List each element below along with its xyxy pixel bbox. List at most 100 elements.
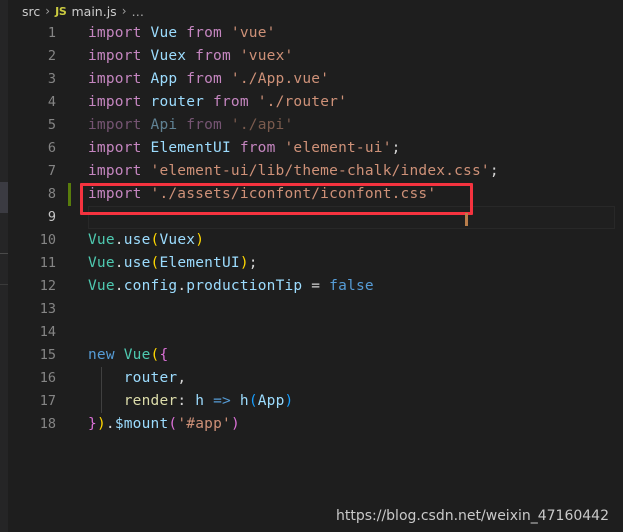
line-number[interactable]: 10 bbox=[8, 229, 56, 252]
line-number[interactable]: 2 bbox=[8, 45, 56, 68]
code-line[interactable]: 18 }).$mount('#app') bbox=[8, 413, 623, 436]
code-token: App bbox=[150, 71, 178, 87]
code-token: . bbox=[114, 278, 124, 294]
code-line[interactable]: 13 bbox=[8, 298, 623, 321]
line-number[interactable]: 13 bbox=[8, 298, 56, 321]
breadcrumb: src › JS main.js › … bbox=[8, 0, 623, 22]
code-line-text[interactable]: import Api from './api' bbox=[88, 114, 293, 137]
code-token: from bbox=[204, 94, 258, 110]
code-line-text[interactable]: import 'element-ui/lib/theme-chalk/index… bbox=[88, 160, 499, 183]
code-token: 'element-ui' bbox=[284, 140, 392, 156]
line-number[interactable]: 15 bbox=[8, 344, 56, 367]
code-line[interactable]: 2 import Vuex from 'vuex' bbox=[8, 45, 623, 68]
line-number[interactable]: 14 bbox=[8, 321, 56, 344]
overview-ruler-strip[interactable] bbox=[0, 0, 8, 532]
overview-ruler-mark-secondary bbox=[0, 284, 8, 285]
code-token: import bbox=[88, 25, 151, 41]
line-number[interactable]: 3 bbox=[8, 68, 56, 91]
code-token: render bbox=[123, 393, 178, 409]
line-number[interactable]: 17 bbox=[8, 390, 56, 413]
code-token: . bbox=[114, 255, 124, 271]
code-token: './assets/iconfont/iconfont.css' bbox=[150, 186, 437, 202]
code-token: import bbox=[88, 71, 151, 87]
line-number[interactable]: 12 bbox=[8, 275, 56, 298]
code-line[interactable]: 16 router, bbox=[8, 367, 623, 390]
code-line[interactable]: 12 Vue.config.productionTip = false bbox=[8, 275, 623, 298]
code-token: use bbox=[123, 232, 151, 248]
code-token: use bbox=[123, 255, 151, 271]
code-token: . bbox=[177, 278, 187, 294]
watermark-url: https://blog.csdn.net/weixin_47160442 bbox=[335, 508, 609, 524]
code-token: false bbox=[329, 278, 374, 294]
breadcrumb-file[interactable]: main.js bbox=[71, 4, 116, 19]
breadcrumb-symbol[interactable]: … bbox=[132, 4, 145, 19]
code-line[interactable]: 8 import './assets/iconfont/iconfont.css' bbox=[8, 183, 623, 206]
code-line-text[interactable]: import Vue from 'vue' bbox=[88, 22, 276, 45]
code-line[interactable]: 10 Vue.use(Vuex) bbox=[8, 229, 623, 252]
code-line[interactable]: 11 Vue.use(ElementUI); bbox=[8, 252, 623, 275]
code-token: Api bbox=[150, 117, 178, 133]
code-token: ) bbox=[195, 232, 205, 248]
code-token: import bbox=[88, 186, 151, 202]
code-token: h bbox=[195, 393, 214, 409]
scrollbar-thumb[interactable] bbox=[0, 182, 8, 213]
code-line[interactable]: 14 bbox=[8, 321, 623, 344]
code-token: './api' bbox=[230, 117, 294, 133]
code-line[interactable]: 1 import Vue from 'vue' bbox=[8, 22, 623, 45]
code-line[interactable]: 5 import Api from './api' bbox=[8, 114, 623, 137]
code-token: Vue bbox=[88, 278, 115, 294]
code-token: router bbox=[150, 94, 205, 110]
code-line[interactable]: 3 import App from './App.vue' bbox=[8, 68, 623, 91]
code-token: from bbox=[177, 25, 231, 41]
code-token: Vue bbox=[123, 347, 151, 363]
code-line-text[interactable]: import App from './App.vue' bbox=[88, 68, 329, 91]
code-line-text[interactable]: Vue.use(ElementUI); bbox=[88, 252, 258, 275]
code-lines-container[interactable]: 1 import Vue from 'vue' 2 import Vuex from … bbox=[8, 22, 623, 532]
git-modified-gutter-marker bbox=[68, 183, 71, 206]
code-line-text[interactable]: import router from './router' bbox=[88, 91, 347, 114]
line-number[interactable]: 4 bbox=[8, 91, 56, 114]
code-token: productionTip bbox=[186, 278, 303, 294]
breadcrumb-folder[interactable]: src bbox=[22, 4, 40, 19]
line-number[interactable]: 8 bbox=[8, 183, 56, 206]
code-token: ) bbox=[96, 416, 106, 432]
code-line-text[interactable]: new Vue({ bbox=[88, 344, 168, 367]
line-number[interactable]: 6 bbox=[8, 137, 56, 160]
code-token: from bbox=[177, 117, 231, 133]
line-number[interactable]: 5 bbox=[8, 114, 56, 137]
code-token: 'element-ui/lib/theme-chalk/index.css' bbox=[150, 163, 490, 179]
code-line-text[interactable]: router, bbox=[88, 367, 186, 390]
code-line[interactable]: 9 bbox=[8, 206, 623, 229]
overview-ruler-mark bbox=[0, 253, 8, 254]
code-line[interactable]: 6 import ElementUI from 'element-ui'; bbox=[8, 137, 623, 160]
code-line-text[interactable]: Vue.use(Vuex) bbox=[88, 229, 204, 252]
line-number[interactable]: 18 bbox=[8, 413, 56, 436]
line-number[interactable]: 7 bbox=[8, 160, 56, 183]
code-line[interactable]: 15 new Vue({ bbox=[8, 344, 623, 367]
code-token: { bbox=[159, 347, 169, 363]
code-token: ElementUI bbox=[150, 140, 231, 156]
code-token: '#app' bbox=[177, 416, 231, 432]
code-line[interactable]: 4 import router from './router' bbox=[8, 91, 623, 114]
code-editor[interactable]: src › JS main.js › … 1 import Vue from 'v… bbox=[8, 0, 623, 532]
code-line[interactable]: 17 render: h => h(App) bbox=[8, 390, 623, 413]
code-line-text[interactable]: import './assets/iconfont/iconfont.css' bbox=[88, 183, 436, 206]
line-number[interactable]: 11 bbox=[8, 252, 56, 275]
code-line-text[interactable]: import ElementUI from 'element-ui'; bbox=[88, 137, 401, 160]
code-token: ) bbox=[239, 255, 249, 271]
code-token: from bbox=[230, 140, 285, 156]
code-line-text[interactable]: }).$mount('#app') bbox=[88, 413, 240, 436]
code-token: Vue bbox=[150, 25, 178, 41]
code-line-text[interactable]: render: h => h(App) bbox=[88, 390, 294, 413]
code-token: router bbox=[123, 370, 178, 386]
code-token: './App.vue' bbox=[230, 71, 330, 87]
code-line[interactable]: 7 import 'element-ui/lib/theme-chalk/inde… bbox=[8, 160, 623, 183]
code-token: Vue bbox=[88, 255, 115, 271]
code-line-text[interactable]: Vue.config.productionTip = false bbox=[88, 275, 374, 298]
line-number[interactable]: 16 bbox=[8, 367, 56, 390]
line-number[interactable]: 1 bbox=[8, 22, 56, 45]
code-line-text[interactable]: import Vuex from 'vuex' bbox=[88, 45, 293, 68]
line-number[interactable]: 9 bbox=[8, 206, 56, 229]
